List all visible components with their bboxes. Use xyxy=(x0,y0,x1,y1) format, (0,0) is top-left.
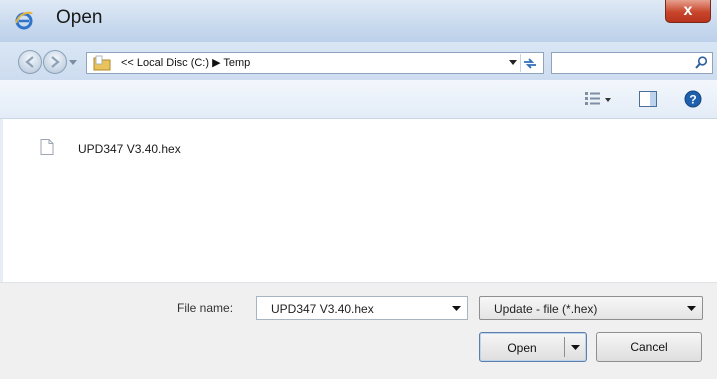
views-icon[interactable] xyxy=(585,92,601,106)
file-name-combo xyxy=(256,296,468,320)
open-button-label: Open xyxy=(507,341,537,355)
title-bar: Open x xyxy=(0,0,717,42)
cancel-button[interactable]: Cancel xyxy=(596,332,702,362)
recent-pages-dropdown[interactable] xyxy=(69,60,77,65)
search-icon[interactable] xyxy=(695,56,708,69)
views-dropdown-icon[interactable] xyxy=(605,98,611,102)
dialog-footer: File name: Update - file (*.hex) Open Ca… xyxy=(0,282,717,379)
refresh-icon xyxy=(524,58,536,69)
close-button[interactable]: x xyxy=(665,0,711,23)
preview-pane-icon[interactable] xyxy=(639,91,657,107)
forward-arrow-icon xyxy=(51,56,60,68)
search-box xyxy=(551,52,713,74)
help-icon[interactable]: ? xyxy=(684,90,702,108)
address-field[interactable]: << Local Disc (C:) ▶ Temp xyxy=(86,52,544,74)
ie-icon xyxy=(15,11,33,30)
file-name-label: File name: xyxy=(177,301,234,315)
svg-text:?: ? xyxy=(689,93,696,107)
chevron-down-icon[interactable] xyxy=(509,60,517,65)
refresh-button[interactable] xyxy=(520,54,539,72)
command-toolbar: ? xyxy=(0,80,717,119)
back-button[interactable] xyxy=(18,50,42,74)
address-bar: << Local Disc (C:) ▶ Temp xyxy=(0,42,717,80)
file-name-input[interactable] xyxy=(269,300,443,318)
document-icon xyxy=(40,139,54,155)
file-type-value: Update - file (*.hex) xyxy=(494,302,598,316)
back-arrow-icon xyxy=(25,56,34,68)
breadcrumb[interactable]: << Local Disc (C:) ▶ Temp xyxy=(121,56,250,69)
window-title: Open xyxy=(56,7,103,28)
close-icon: x xyxy=(683,2,693,19)
navigation-pane-edge xyxy=(0,119,3,282)
open-button[interactable]: Open xyxy=(479,332,587,362)
search-input[interactable] xyxy=(554,54,688,72)
file-name: UPD347 V3.40.hex xyxy=(78,142,181,156)
folder-icon xyxy=(93,55,111,71)
chevron-down-icon xyxy=(687,306,696,311)
split-divider xyxy=(564,337,565,357)
forward-button[interactable] xyxy=(43,50,67,74)
file-list: UPD347 V3.40.hex xyxy=(0,119,717,282)
file-type-select[interactable]: Update - file (*.hex) xyxy=(479,296,703,320)
chevron-down-icon[interactable] xyxy=(452,306,461,311)
open-options-dropdown-icon[interactable] xyxy=(571,345,580,350)
